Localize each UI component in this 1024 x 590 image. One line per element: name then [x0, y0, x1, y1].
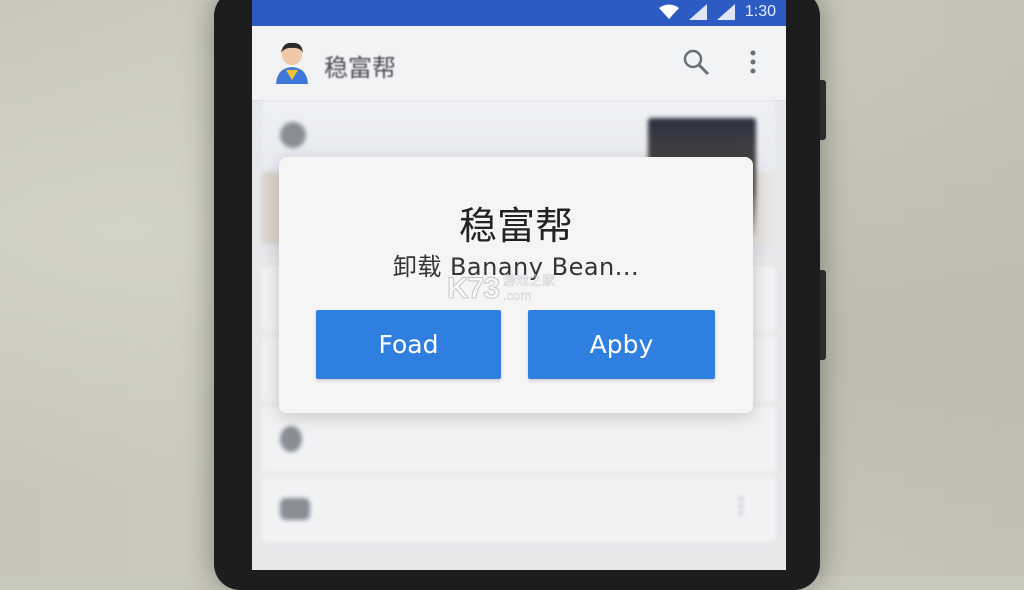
watermark-domain: .com [503, 288, 532, 303]
power-button [820, 270, 826, 360]
apby-button[interactable]: Apby [528, 310, 715, 379]
k73-watermark: K73 游戏之家 .com [446, 272, 556, 306]
signal-icon [688, 4, 707, 20]
card-icon [280, 122, 306, 148]
search-icon[interactable] [682, 48, 710, 76]
signal-icon [716, 4, 735, 20]
app-title: 稳富帮 [324, 54, 396, 82]
avatar-icon[interactable] [274, 40, 310, 84]
foad-button[interactable]: Foad [316, 310, 501, 379]
status-bar: 1:30 [252, 0, 786, 26]
more-vert-icon: ⋮ [730, 494, 752, 519]
watermark-tagline: 游戏之家 [503, 274, 556, 289]
list-item: ⋮ [262, 476, 776, 542]
list-item [262, 406, 776, 472]
watermark-logo: K73 [446, 272, 500, 306]
more-vert-icon[interactable] [748, 48, 758, 76]
volume-button [820, 80, 826, 140]
app-bar: 稳富帮 [252, 26, 786, 101]
status-time: 1:30 [744, 3, 776, 20]
wifi-icon [658, 4, 679, 19]
dialog-title: 稳富帮 [458, 204, 573, 248]
